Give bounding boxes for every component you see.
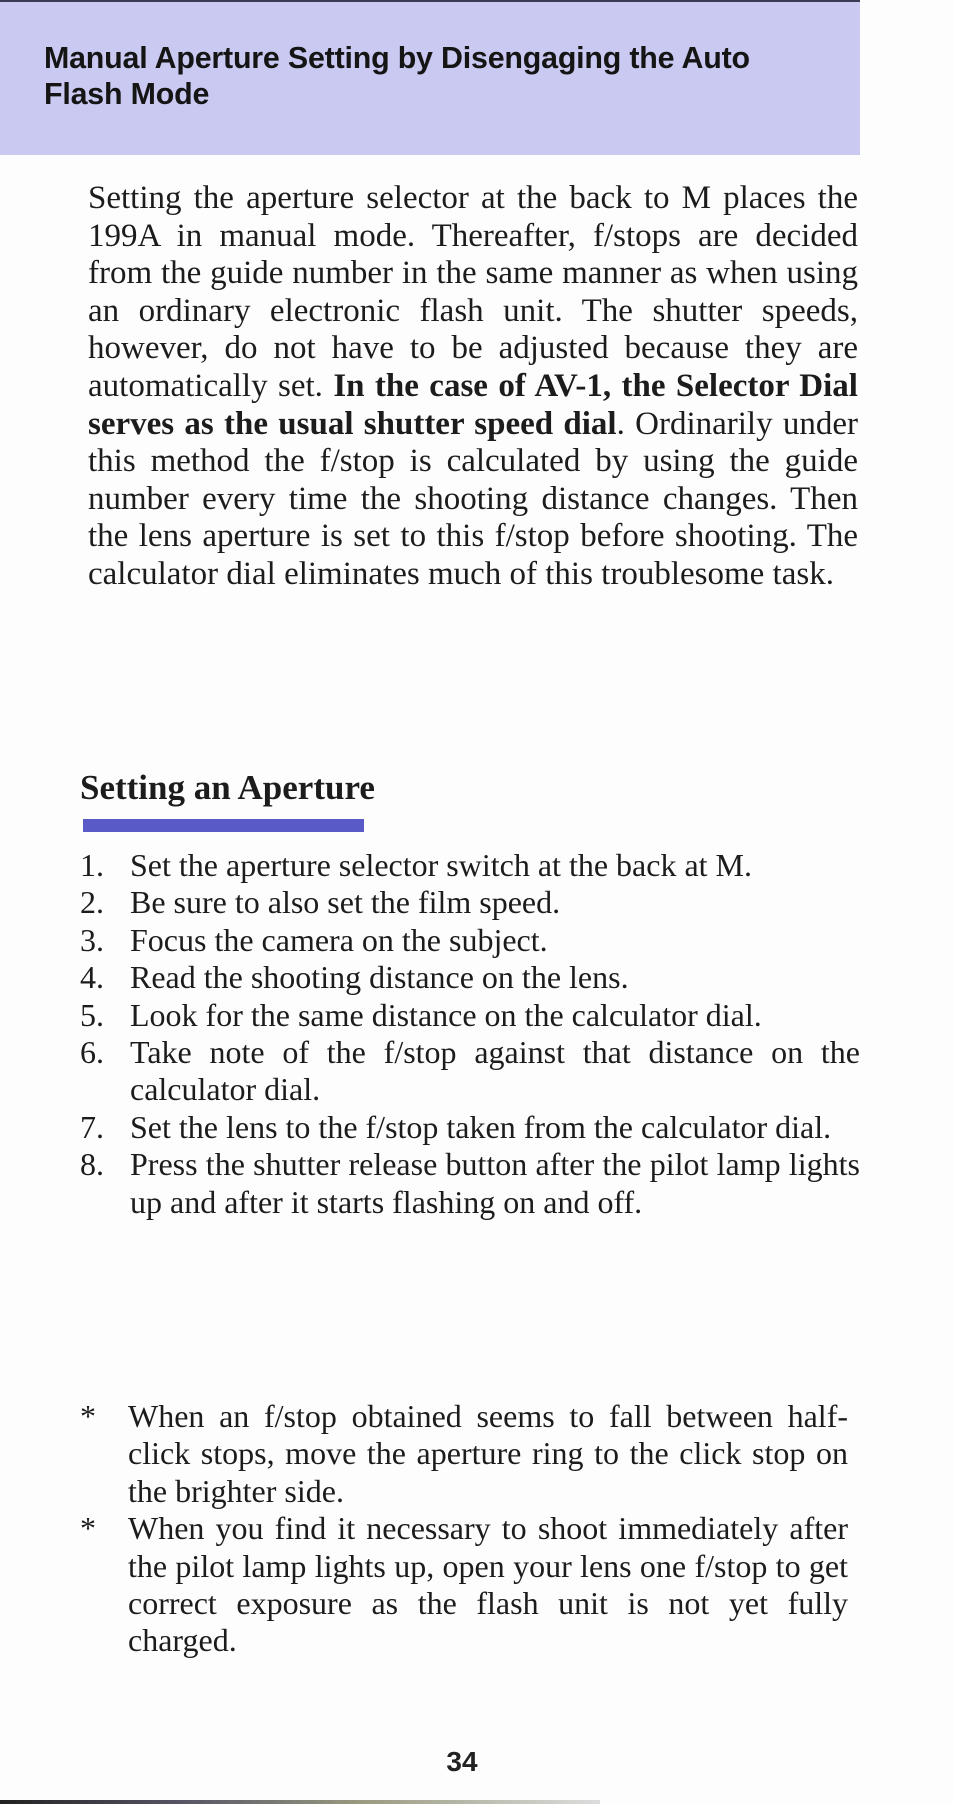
scan-edge-bottom (0, 1800, 600, 1804)
steps-list: 1. Set the aperture selector switch at th… (80, 847, 860, 1221)
heading-underline (83, 819, 364, 832)
step-item: 1. Set the aperture selector switch at th… (80, 847, 860, 884)
page-number: 34 (446, 1746, 478, 1777)
step-text: Press the shutter release button after t… (130, 1146, 860, 1220)
scan-edge-top (0, 0, 860, 2)
note-item: * When you find it necessary to shoot imm… (80, 1510, 848, 1660)
step-text: Read the shooting distance on the lens. (130, 959, 629, 996)
step-number: 2. (80, 884, 104, 921)
step-item: 5. Look for the same distance on the calc… (80, 997, 860, 1034)
step-item: 6. Take note of the f/stop against that d… (80, 1034, 860, 1109)
step-text: Set the aperture selector switch at the … (130, 847, 752, 883)
step-item: 2. Be sure to also set the film speed. (80, 884, 860, 921)
step-number: 5. (80, 996, 104, 1033)
intro-paragraph: Setting the aperture selector at the bac… (88, 180, 858, 594)
step-number: 1. (80, 847, 104, 883)
step-text: Set the lens to the f/stop taken from th… (130, 1108, 832, 1145)
step-item: 3. Focus the camera on the subject. (80, 922, 860, 959)
step-item: 7. Set the lens to the f/stop taken from … (80, 1109, 860, 1146)
step-item: 4. Read the shooting distance on the lens… (80, 959, 860, 996)
step-text: Look for the same distance on the calcu­… (130, 996, 762, 1033)
step-number: 6. (80, 1034, 104, 1071)
asterisk-icon: * (80, 1510, 96, 1547)
note-text: When you find it necessary to shoot imme… (128, 1510, 848, 1659)
step-number: 7. (80, 1108, 104, 1145)
step-number: 8. (80, 1146, 104, 1183)
step-text: Focus the camera on the subject. (130, 921, 548, 958)
page-title: Manual Aperture Setting by Disengaging t… (44, 40, 750, 111)
step-text: Take note of the f/stop against that dis… (130, 1034, 860, 1108)
section-heading: Setting an Aperture (80, 768, 375, 807)
note-text: When an f/stop obtained seems to fall be… (128, 1398, 848, 1509)
note-item: * When an f/stop obtained seems to fall b… (80, 1398, 848, 1510)
step-number: 4. (80, 959, 104, 996)
step-number: 3. (80, 921, 104, 958)
step-item: 8. Press the shutter release button after… (80, 1146, 860, 1221)
asterisk-icon: * (80, 1398, 96, 1434)
step-text: Be sure to also set the film speed. (130, 884, 561, 921)
notes-list: * When an f/stop obtained seems to fall b… (80, 1398, 848, 1660)
